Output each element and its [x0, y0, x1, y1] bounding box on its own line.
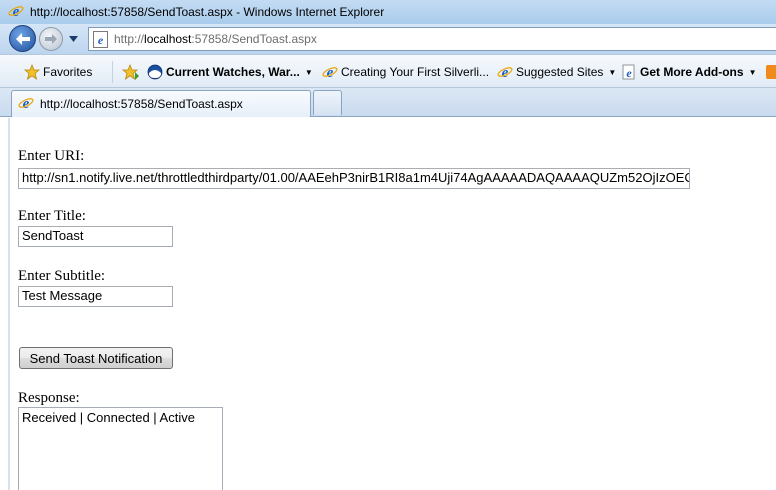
svg-text:e: e: [327, 65, 334, 80]
address-host: localhost: [144, 32, 192, 46]
uri-label: Enter URI:: [18, 148, 85, 164]
recent-pages-dropdown[interactable]: [67, 32, 79, 46]
address-prefix: http://: [114, 32, 145, 46]
favorite-label: Current Watches, War...: [166, 65, 300, 79]
back-arrow-icon: [15, 32, 30, 45]
window-title: http://localhost:57858/SendToast.aspx - …: [30, 5, 385, 19]
subtitle-label: Enter Subtitle:: [18, 268, 106, 284]
ie-page-icon: e: [622, 64, 635, 80]
favorite-creating-silverlight[interactable]: e Creating Your First Silverli...: [322, 55, 489, 89]
favorite-get-more-addons[interactable]: e Get More Add-ons ▼: [621, 55, 756, 89]
chevron-down-icon: ▼: [608, 67, 617, 77]
ie-icon: e: [497, 65, 513, 80]
subtitle-input[interactable]: Test Message: [18, 286, 173, 307]
svg-text:e: e: [626, 66, 632, 80]
svg-text:e: e: [13, 4, 20, 19]
tab-row: e http://localhost:57858/SendToast.aspx: [0, 88, 776, 117]
ie-icon: e: [8, 3, 24, 22]
chevron-down-icon: ▼: [304, 67, 313, 77]
svg-text:e: e: [98, 33, 104, 47]
uri-input[interactable]: http://sn1.notify.live.net/throttledthir…: [18, 168, 690, 189]
favorite-current-watches[interactable]: Current Watches, War... ▼: [147, 55, 313, 89]
title-input[interactable]: SendToast: [18, 226, 173, 247]
response-textarea[interactable]: Received | Connected | Active: [18, 407, 223, 490]
content-edge: [8, 118, 10, 490]
ie-icon: e: [18, 95, 34, 114]
svg-text:e: e: [502, 65, 509, 80]
rss-feed-button[interactable]: [766, 55, 776, 89]
tab-sendtoast[interactable]: e http://localhost:57858/SendToast.aspx: [11, 90, 311, 117]
favorite-label: Suggested Sites: [516, 65, 604, 79]
title-bar: e http://localhost:57858/SendToast.aspx …: [0, 0, 776, 24]
send-toast-button[interactable]: Send Toast Notification: [19, 347, 173, 369]
favorites-label: Favorites: [43, 65, 93, 79]
navigation-bar: e http://localhost:57858/SendToast.aspx: [0, 24, 776, 54]
title-label: Enter Title:: [18, 208, 86, 224]
favorites-bar: Favorites Current Watches, War... ▼ e Cr…: [0, 54, 776, 88]
divider: [112, 61, 113, 83]
page-icon: e: [93, 30, 108, 48]
back-button[interactable]: [9, 25, 36, 52]
favorite-label: Get More Add-ons: [640, 65, 744, 79]
new-tab-button[interactable]: [313, 90, 342, 115]
page-content: Enter URI: http://sn1.notify.live.net/th…: [0, 118, 776, 490]
forward-button[interactable]: [39, 27, 63, 51]
svg-text:e: e: [23, 96, 30, 111]
noaa-icon: [147, 64, 163, 80]
ie-icon: e: [322, 65, 338, 80]
address-bar[interactable]: e http://localhost:57858/SendToast.aspx: [88, 27, 776, 51]
add-favorite-star-icon: [122, 64, 139, 80]
add-to-favorites-bar-button[interactable]: [122, 55, 140, 89]
favorite-label: Creating Your First Silverli...: [341, 65, 490, 79]
forward-arrow-icon: [45, 34, 57, 44]
response-label: Response:: [18, 390, 80, 406]
favorites-button[interactable]: Favorites: [24, 55, 92, 89]
chevron-down-icon: ▼: [748, 67, 757, 77]
chevron-down-icon: [68, 36, 78, 42]
star-icon: [24, 64, 40, 80]
favorite-suggested-sites[interactable]: e Suggested Sites ▼: [497, 55, 616, 89]
tab-label: http://localhost:57858/SendToast.aspx: [40, 97, 243, 111]
address-rest: :57858/SendToast.aspx: [191, 32, 317, 46]
rss-icon: [766, 65, 776, 79]
